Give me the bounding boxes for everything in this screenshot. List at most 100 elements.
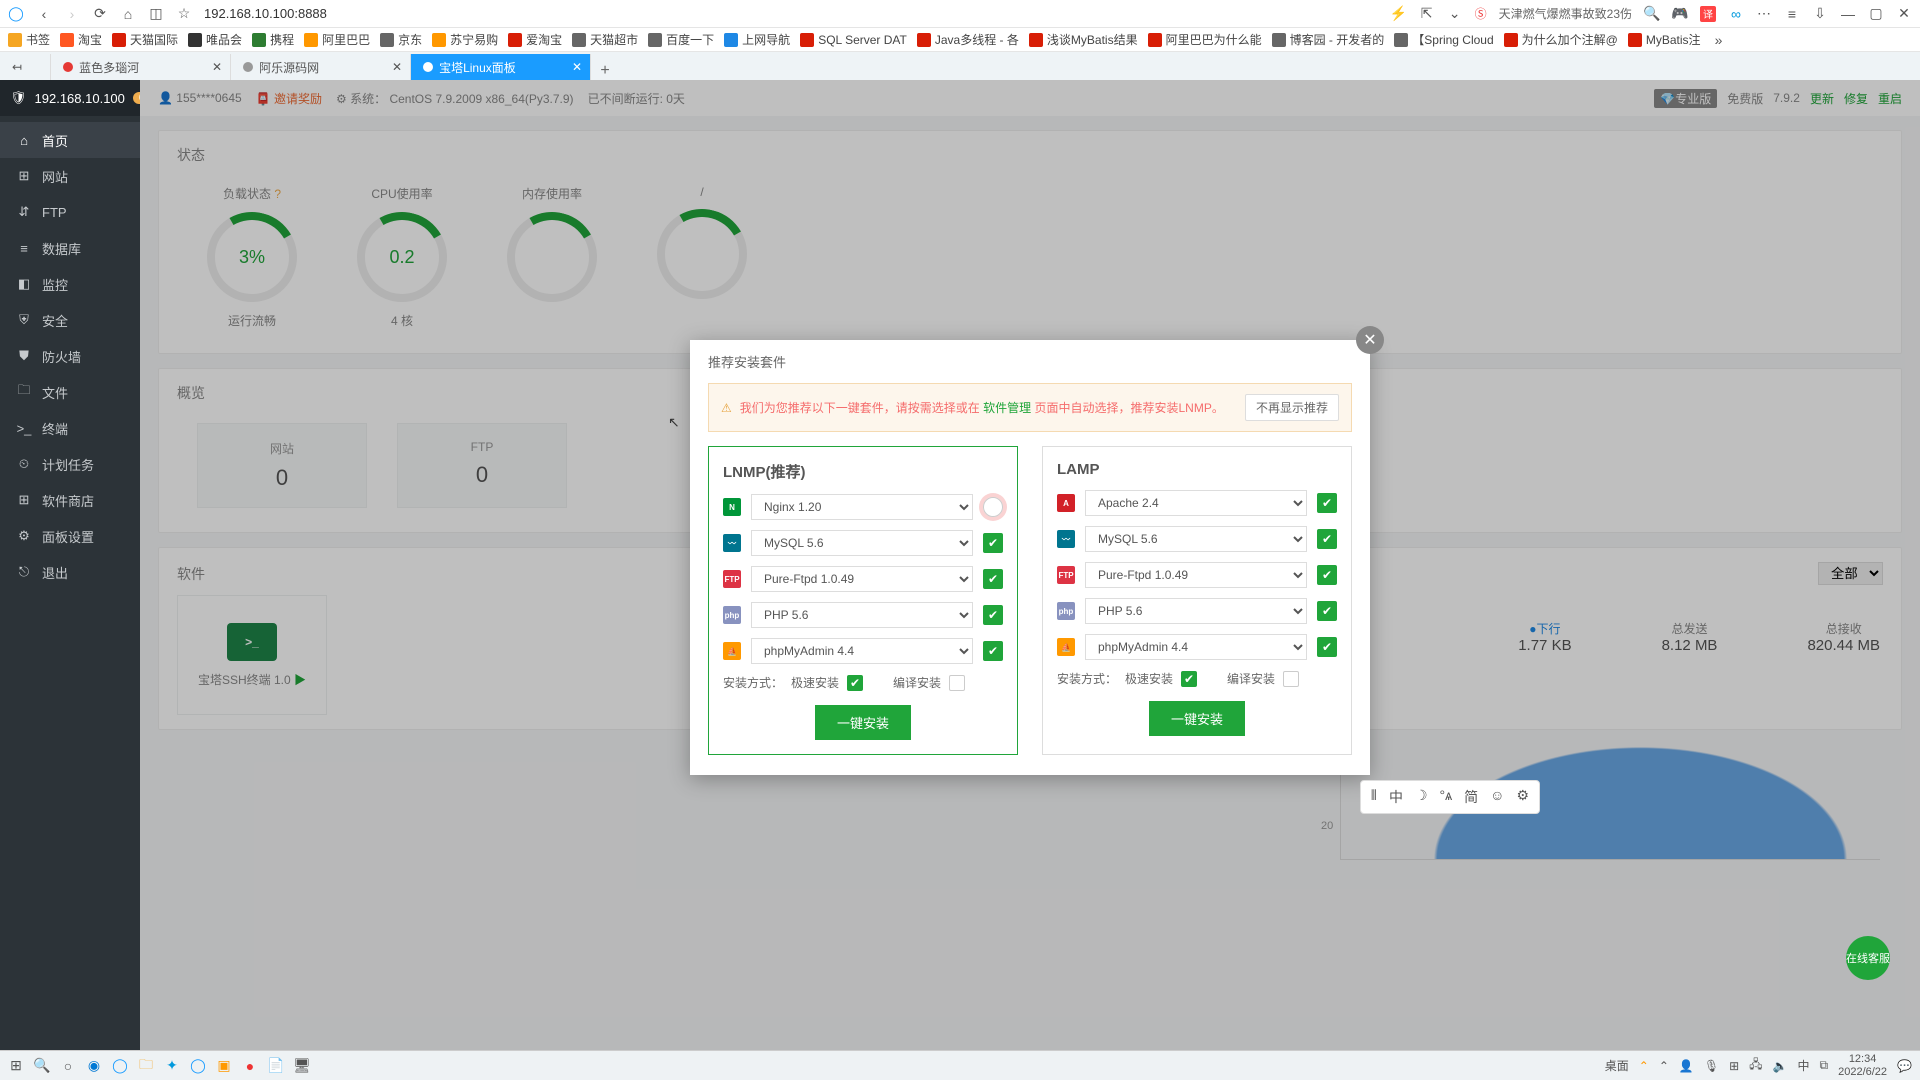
bookmark-item[interactable]: 博客园 - 开发者的: [1272, 31, 1385, 48]
ime-toolbar[interactable]: ⦀中☽°ѧ简☺⚙: [1360, 780, 1540, 814]
taskbar-search-icon[interactable]: 🔍: [34, 1058, 50, 1074]
browser-tab[interactable]: 蓝色多瑙河✕: [51, 54, 231, 80]
lamp-install-button[interactable]: 一键安装: [1149, 701, 1245, 736]
lnmp-compile-checkbox[interactable]: [949, 675, 965, 691]
lnmp-version-select[interactable]: Nginx 1.20: [751, 494, 973, 520]
sidebar-item[interactable]: 🗀文件: [0, 374, 140, 410]
sidebar-item[interactable]: >_终端: [0, 410, 140, 446]
lnmp-package-checkbox[interactable]: ✔: [983, 533, 1003, 553]
lamp-version-select[interactable]: PHP 5.6: [1085, 598, 1307, 624]
home-icon[interactable]: ⌂: [120, 6, 136, 22]
bookmark-item[interactable]: 书签: [8, 31, 50, 48]
ime-button[interactable]: °ѧ: [1440, 787, 1453, 807]
modal-close-icon[interactable]: ✕: [1356, 326, 1384, 354]
browser-icon[interactable]: ◯: [112, 1058, 128, 1074]
bookmark-item[interactable]: 京东: [380, 31, 422, 48]
browser-search-hint[interactable]: 天津燃气爆燃事故致23伤: [1499, 5, 1632, 22]
download-icon[interactable]: ⇩: [1812, 6, 1828, 22]
lnmp-version-select[interactable]: MySQL 5.6: [751, 530, 973, 556]
bookmark-item[interactable]: 阿里巴巴: [304, 31, 370, 48]
lamp-package-checkbox[interactable]: ✔: [1317, 637, 1337, 657]
bookmark-item[interactable]: 淘宝: [60, 31, 102, 48]
bookmark-item[interactable]: 唯品会: [188, 31, 242, 48]
ime-button[interactable]: ⦀: [1371, 787, 1377, 807]
app5-icon[interactable]: ◯: [190, 1058, 206, 1074]
dropdown-icon[interactable]: ⌄: [1447, 6, 1463, 22]
reload-icon[interactable]: ⟳: [92, 6, 108, 22]
share-icon[interactable]: ⇱: [1419, 6, 1435, 22]
address-bar[interactable]: 192.168.10.100:8888: [204, 6, 404, 21]
lamp-package-checkbox[interactable]: ✔: [1317, 601, 1337, 621]
browser-tab[interactable]: 宝塔Linux面板✕: [411, 54, 591, 80]
menu-icon[interactable]: ≡: [1784, 6, 1800, 22]
lnmp-package-checkbox[interactable]: ✔: [983, 641, 1003, 661]
lnmp-install-button[interactable]: 一键安装: [815, 705, 911, 740]
sidebar-item[interactable]: ≡数据库: [0, 230, 140, 266]
favorite-icon[interactable]: ☆: [176, 6, 192, 22]
tab-back[interactable]: ↤: [0, 54, 51, 80]
bookmark-item[interactable]: 浅谈MyBatis结果: [1029, 31, 1138, 48]
sidebar-item[interactable]: ⏲计划任务: [0, 446, 140, 482]
more-icon[interactable]: ⋯: [1756, 6, 1772, 22]
explorer-icon[interactable]: 🗀: [138, 1058, 154, 1074]
lamp-version-select[interactable]: phpMyAdmin 4.4: [1085, 634, 1307, 660]
bookmark-item[interactable]: 上网导航: [724, 31, 790, 48]
putty-icon[interactable]: 🖥: [294, 1058, 310, 1074]
lnmp-package-checkbox[interactable]: [983, 497, 1003, 517]
maximize-icon[interactable]: ▢: [1868, 6, 1884, 22]
lnmp-version-select[interactable]: Pure-Ftpd 1.0.49: [751, 566, 973, 592]
sidebar-item[interactable]: ⌂首页: [0, 122, 140, 158]
ime-button[interactable]: 简: [1464, 787, 1478, 807]
ime-button[interactable]: ☺: [1490, 787, 1504, 807]
sidebar-item[interactable]: ⊞网站: [0, 158, 140, 194]
ime-button[interactable]: ⚙: [1516, 787, 1529, 807]
edge-icon[interactable]: ◉: [86, 1058, 102, 1074]
new-tab-button[interactable]: +: [591, 62, 619, 80]
lamp-version-select[interactable]: Apache 2.4: [1085, 490, 1307, 516]
cortana-icon[interactable]: ○: [60, 1058, 76, 1074]
flash-icon[interactable]: ⚡: [1391, 6, 1407, 22]
bookmark-item[interactable]: 阿里巴巴为什么能: [1148, 31, 1262, 48]
vbox-icon[interactable]: ▣: [216, 1058, 232, 1074]
app4-icon[interactable]: ✦: [164, 1058, 180, 1074]
bookmark-item[interactable]: 爱淘宝: [508, 31, 562, 48]
lnmp-package-checkbox[interactable]: ✔: [983, 605, 1003, 625]
translate-icon[interactable]: 译: [1700, 6, 1716, 22]
sidebar-item[interactable]: ⎋退出: [0, 554, 140, 590]
dismiss-recommend-button[interactable]: 不再显示推荐: [1245, 394, 1339, 421]
lamp-package-checkbox[interactable]: ✔: [1317, 493, 1337, 513]
lnmp-fast-checkbox[interactable]: ✔: [847, 675, 863, 691]
sidebar-item[interactable]: ⚙面板设置: [0, 518, 140, 554]
sidebar-item[interactable]: ⛊防火墙: [0, 338, 140, 374]
tab-close-icon[interactable]: ✕: [212, 60, 222, 74]
bookmark-item[interactable]: 苏宁易购: [432, 31, 498, 48]
lnmp-package-checkbox[interactable]: ✔: [983, 569, 1003, 589]
lamp-version-select[interactable]: Pure-Ftpd 1.0.49: [1085, 562, 1307, 588]
bookmark-item[interactable]: SQL Server DAT: [800, 33, 907, 47]
bookmark-item[interactable]: 为什么加个注解@: [1504, 31, 1618, 48]
browser-tab[interactable]: 阿乐源码网✕: [231, 54, 411, 80]
lamp-compile-checkbox[interactable]: [1283, 671, 1299, 687]
gamepad-icon[interactable]: 🎮: [1672, 6, 1688, 22]
lnmp-version-select[interactable]: PHP 5.6: [751, 602, 973, 628]
tab-close-icon[interactable]: ✕: [572, 60, 582, 74]
sidebar-item[interactable]: ◧监控: [0, 266, 140, 302]
bookmark-item[interactable]: 携程: [252, 31, 294, 48]
bookmark-item[interactable]: Java多线程 - 各: [917, 31, 1019, 48]
lamp-package-checkbox[interactable]: ✔: [1317, 565, 1337, 585]
start-icon[interactable]: ⊞: [8, 1058, 24, 1074]
lamp-version-select[interactable]: MySQL 5.6: [1085, 526, 1307, 552]
bookmark-item[interactable]: 【Spring Cloud: [1394, 31, 1493, 48]
sidebar-item[interactable]: ⊞软件商店: [0, 482, 140, 518]
back-icon[interactable]: ‹: [36, 6, 52, 22]
infinity-icon[interactable]: ∞: [1728, 6, 1744, 22]
bookmark-overflow-icon[interactable]: »: [1711, 32, 1727, 48]
sidebar-item[interactable]: ⇵FTP: [0, 194, 140, 230]
notepad-icon[interactable]: 📄: [268, 1058, 284, 1074]
bookmark-item[interactable]: 百度一下: [648, 31, 714, 48]
lamp-package-checkbox[interactable]: ✔: [1317, 529, 1337, 549]
bookmark-item[interactable]: 天猫超市: [572, 31, 638, 48]
lnmp-version-select[interactable]: phpMyAdmin 4.4: [751, 638, 973, 664]
sidebar-item[interactable]: ⛨安全: [0, 302, 140, 338]
sidepanel-icon[interactable]: ◫: [148, 6, 164, 22]
